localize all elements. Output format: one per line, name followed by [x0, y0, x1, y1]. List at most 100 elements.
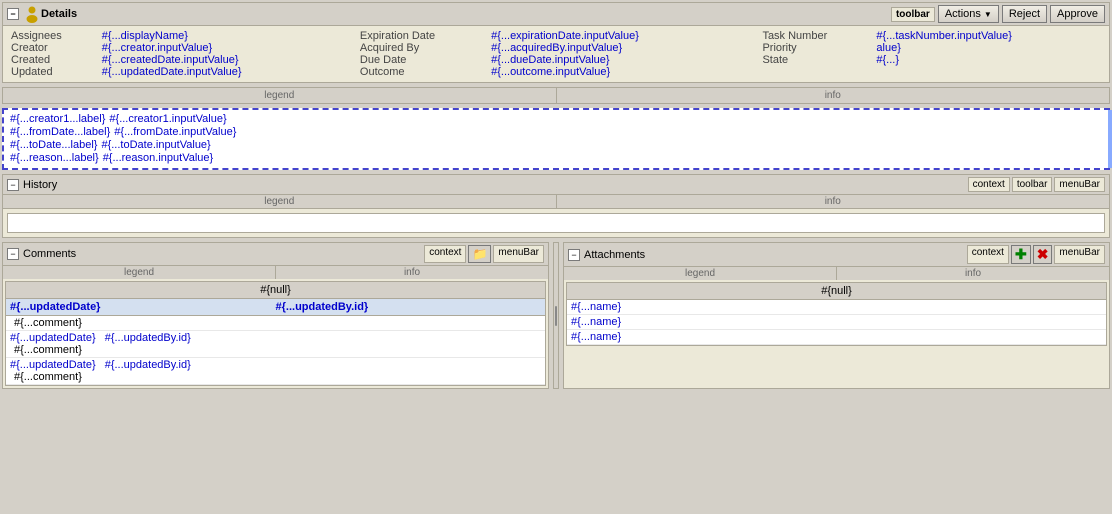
- approve-button[interactable]: Approve: [1050, 5, 1105, 23]
- comments-by-2: #{...updatedBy.id}: [105, 359, 191, 371]
- comments-table-area: #{null} #{...updatedDate} #{...updatedBy…: [5, 281, 546, 386]
- comments-menubar-label: menuBar: [493, 245, 544, 263]
- creator-label: Creator: [11, 42, 102, 54]
- creator1-label: #{...creator1...label}: [10, 113, 105, 125]
- details-panel: − Details toolbar Actions ▼ Reject Appro…: [2, 2, 1110, 83]
- state-value: #{...}: [876, 54, 1101, 66]
- attachments-toolbar-right: context ✚ ✖ menuBar: [967, 245, 1105, 264]
- details-title: Details: [41, 8, 77, 20]
- task-number-value: #{...taskNumber.inputValue}: [876, 30, 1101, 42]
- reason-value: #{...reason.inputValue}: [103, 152, 214, 164]
- middle-row-1: #{...fromDate...label} #{...fromDate.inp…: [10, 126, 1102, 138]
- actions-dropdown-arrow: ▼: [984, 10, 992, 19]
- comments-date-1: #{...updatedDate}: [10, 332, 96, 344]
- creator1-value: #{...creator1.inputValue}: [109, 113, 226, 125]
- priority-label: Priority: [762, 42, 876, 54]
- comments-row-1: #{...updatedDate} #{...updatedBy.id} #{.…: [6, 331, 545, 358]
- comments-toolbar-right: context 📁 menuBar: [424, 245, 544, 263]
- comments-date-2: #{...updatedDate}: [10, 359, 96, 371]
- attachments-table-area: #{null} #{...name} #{...name} #{...name}: [566, 282, 1107, 346]
- created-label: Created: [11, 54, 102, 66]
- acquired-by-value: #{...acquiredBy.inputValue}: [491, 42, 762, 54]
- comments-title: Comments: [23, 248, 76, 260]
- info-section: info: [557, 88, 1110, 103]
- attachments-legend-info: legend info: [564, 267, 1109, 280]
- details-toolbar-right: toolbar Actions ▼ Reject Approve: [891, 5, 1105, 23]
- legend-section: legend: [3, 88, 557, 103]
- created-value: #{...createdDate.inputValue}: [102, 54, 360, 66]
- acquired-by-label: Acquired By: [360, 42, 491, 54]
- comments-table-header: #{...updatedDate} #{...updatedBy.id}: [6, 299, 545, 316]
- comments-collapse-btn[interactable]: −: [7, 248, 19, 260]
- splitter-handle: [555, 306, 557, 326]
- main-container: − Details toolbar Actions ▼ Reject Appro…: [0, 0, 1112, 514]
- comments-comment-2: #{...comment}: [10, 371, 541, 383]
- comments-comment-1: #{...comment}: [10, 344, 541, 356]
- comments-row-0: #{...comment}: [6, 316, 545, 331]
- attachments-panel: − Attachments context ✚ ✖ menuBar legend…: [563, 242, 1110, 389]
- middle-row-0: #{...creator1...label} #{...creator1.inp…: [10, 113, 1102, 125]
- history-info: info: [557, 195, 1110, 208]
- creator-value: #{...creator.inputValue}: [102, 42, 360, 54]
- reject-button[interactable]: Reject: [1002, 5, 1047, 23]
- history-toolbar-label: toolbar: [1012, 177, 1053, 192]
- comments-header-by: #{...updatedBy.id}: [276, 301, 542, 313]
- actions-button[interactable]: Actions ▼: [938, 5, 999, 23]
- attachments-menubar-label: menuBar: [1054, 245, 1105, 264]
- attachment-row-1: #{...name}: [567, 315, 1106, 330]
- comments-folder-icon[interactable]: 📁: [468, 245, 491, 263]
- remove-attachment-icon[interactable]: ✖: [1033, 245, 1053, 264]
- updated-label: Updated: [11, 66, 102, 78]
- todate-label: #{...toDate...label}: [10, 139, 97, 151]
- comments-legend: legend: [3, 266, 276, 279]
- attachments-info: info: [837, 267, 1109, 280]
- comments-panel: − Comments context 📁 menuBar legend info…: [2, 242, 549, 389]
- history-menubar-label: menuBar: [1054, 177, 1105, 192]
- comments-header-date: #{...updatedDate}: [10, 301, 276, 313]
- priority-value: alue}: [876, 42, 1101, 54]
- comments-info: info: [276, 266, 548, 279]
- attachments-null-row: #{null}: [567, 283, 1106, 300]
- attachment-name-2: #{...name}: [571, 331, 621, 343]
- legend-info-bar: legend info: [2, 87, 1110, 104]
- comments-context-label: context: [424, 245, 466, 263]
- details-collapse-btn[interactable]: −: [7, 8, 19, 20]
- attachments-legend: legend: [564, 267, 837, 280]
- due-date-value: #{...dueDate.inputValue}: [491, 54, 762, 66]
- splitter[interactable]: [553, 242, 559, 389]
- assignees-label: Assignees: [11, 30, 102, 42]
- outcome-value: #{...outcome.inputValue}: [491, 66, 762, 78]
- details-table: Assignees #{...displayName} Expiration D…: [11, 30, 1101, 78]
- updated-value: #{...updatedDate.inputValue}: [102, 66, 360, 78]
- add-attachment-icon[interactable]: ✚: [1011, 245, 1031, 264]
- toolbar-label: toolbar: [891, 7, 935, 22]
- history-collapse-btn[interactable]: −: [7, 179, 19, 191]
- history-title: History: [23, 179, 57, 191]
- expiration-date-value: #{...expirationDate.inputValue}: [491, 30, 762, 42]
- history-content-area: [7, 213, 1105, 233]
- comments-null-row: #{null}: [6, 282, 545, 299]
- attachment-name-1: #{...name}: [571, 316, 621, 328]
- bottom-row: − Comments context 📁 menuBar legend info…: [2, 242, 1110, 389]
- history-context-label: context: [968, 177, 1010, 192]
- todate-value: #{...toDate.inputValue}: [101, 139, 210, 151]
- comments-header: − Comments context 📁 menuBar: [3, 243, 548, 266]
- details-body: Assignees #{...displayName} Expiration D…: [3, 26, 1109, 82]
- assignees-value: #{...displayName}: [102, 30, 360, 42]
- attachment-row-0: #{...name}: [567, 300, 1106, 315]
- state-label: State: [762, 54, 876, 66]
- expiration-date-label: Expiration Date: [360, 30, 491, 42]
- history-panel: − History context toolbar menuBar legend…: [2, 174, 1110, 238]
- reason-label: #{...reason...label}: [10, 152, 99, 164]
- due-date-label: Due Date: [360, 54, 491, 66]
- history-legend: legend: [3, 195, 557, 208]
- attachments-header: − Attachments context ✚ ✖ menuBar: [564, 243, 1109, 267]
- middle-dashed-panel: #{...creator1...label} #{...creator1.inp…: [2, 108, 1110, 170]
- comments-by-1: #{...updatedBy.id}: [105, 332, 191, 344]
- history-header: − History context toolbar menuBar: [3, 175, 1109, 195]
- comments-row-2: #{...updatedDate} #{...updatedBy.id} #{.…: [6, 358, 545, 385]
- comments-comment-0: #{...comment}: [10, 317, 82, 329]
- attachments-collapse-btn[interactable]: −: [568, 249, 580, 261]
- person-icon: [23, 5, 41, 23]
- history-body: [3, 209, 1109, 237]
